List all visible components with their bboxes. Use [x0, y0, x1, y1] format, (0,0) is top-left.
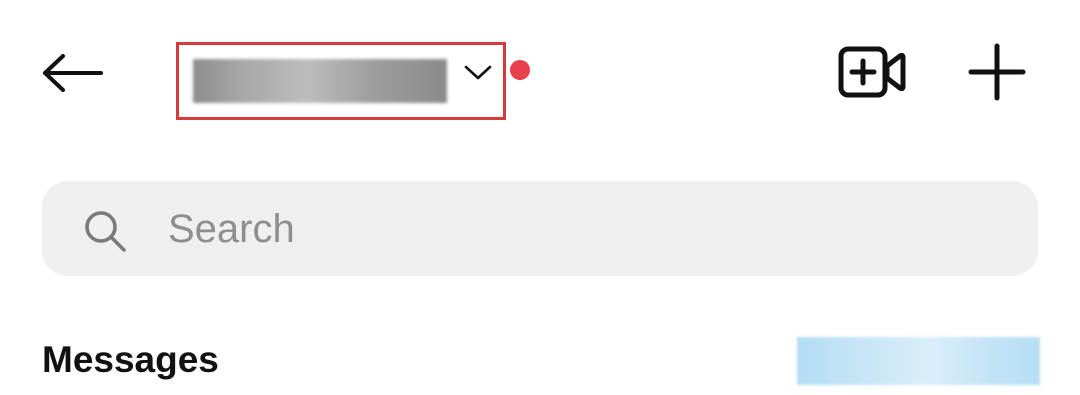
messages-section-title: Messages	[42, 339, 219, 380]
back-button[interactable]	[38, 42, 108, 104]
top-app-bar	[0, 0, 1080, 140]
notification-dot	[510, 60, 530, 80]
plus-icon	[968, 43, 1026, 101]
account-switcher-button[interactable]	[176, 42, 506, 120]
new-message-button[interactable]	[960, 38, 1034, 106]
new-video-call-button[interactable]	[830, 38, 914, 106]
requests-link-redacted[interactable]	[797, 337, 1040, 385]
chevron-down-icon	[464, 65, 492, 80]
arrow-left-icon	[43, 54, 103, 92]
username-redacted	[193, 59, 447, 103]
search-input[interactable]	[168, 199, 1008, 259]
video-call-add-icon	[838, 46, 906, 98]
search-icon	[85, 211, 126, 252]
